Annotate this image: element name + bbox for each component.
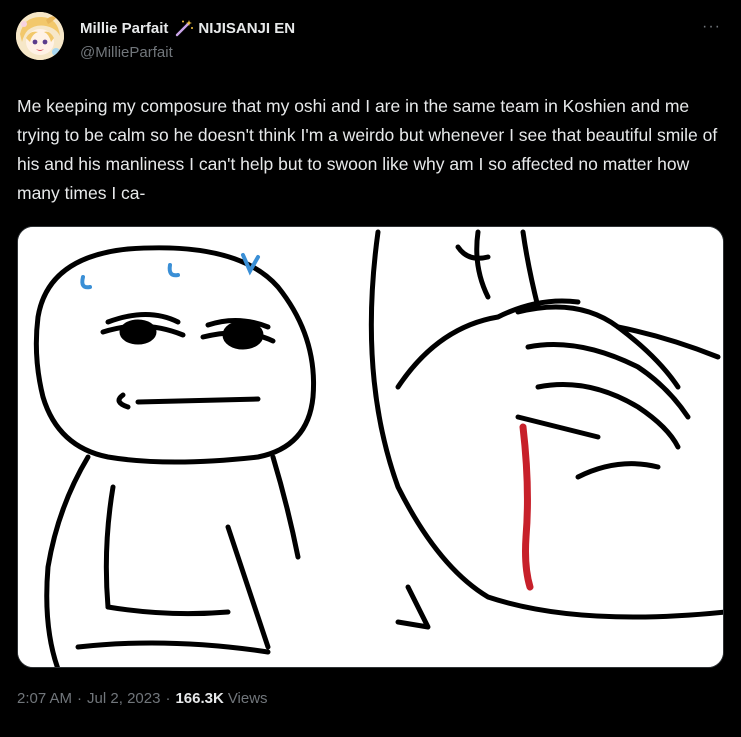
- tweet-media-image[interactable]: [17, 226, 724, 668]
- author-affiliation: NIJISANJI EN: [198, 19, 296, 37]
- author-avatar[interactable]: [16, 12, 64, 60]
- meta-separator: ·: [165, 690, 171, 707]
- more-options-icon[interactable]: ···: [702, 18, 721, 36]
- tweet-text: Me keeping my composure that my oshi and…: [17, 96, 718, 203]
- tweet-date[interactable]: Jul 2, 2023: [87, 690, 160, 707]
- tweet-meta: 2:07 AM · Jul 2, 2023 · 166.3K Views: [17, 690, 268, 707]
- views-label: Views: [227, 690, 268, 707]
- avatar-image: [16, 12, 64, 60]
- wand-sparkles-icon: [174, 18, 194, 38]
- author-name-row[interactable]: Millie Parfait NIJISANJI EN: [80, 18, 295, 38]
- author-display-name[interactable]: Millie Parfait: [80, 20, 168, 37]
- meme-drawing: [18, 227, 723, 667]
- meta-separator: ·: [77, 690, 83, 707]
- tweet-time[interactable]: 2:07 AM: [17, 690, 72, 707]
- author-handle[interactable]: @MillieParfait: [80, 44, 173, 61]
- views-count[interactable]: 166.3K: [175, 690, 223, 707]
